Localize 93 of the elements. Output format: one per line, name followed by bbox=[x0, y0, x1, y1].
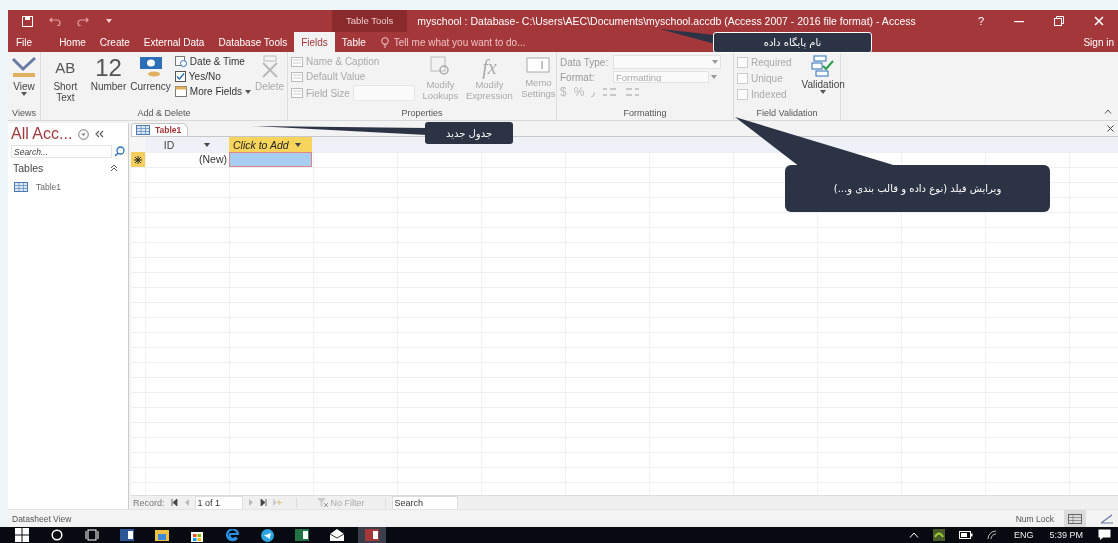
money-icon bbox=[137, 55, 164, 79]
form-icon bbox=[174, 86, 187, 97]
ribbon-tab[interactable]: File bbox=[8, 32, 53, 52]
currency-button[interactable]: Currency bbox=[130, 55, 171, 92]
checkbox-icon bbox=[174, 71, 186, 82]
num-lock-indicator: Num Lock bbox=[1015, 513, 1054, 524]
ribbon-tab[interactable]: External Data bbox=[136, 32, 212, 52]
notifications-icon[interactable] bbox=[1098, 529, 1111, 541]
table-search-icon bbox=[429, 55, 452, 77]
short-text-button[interactable]: AB Short Text bbox=[44, 55, 87, 103]
help-button[interactable]: ? bbox=[977, 15, 984, 27]
table-tools-label: Table Tools bbox=[332, 10, 408, 32]
yes-no-button[interactable]: Yes/No bbox=[174, 70, 252, 83]
format-label: Format: bbox=[560, 71, 596, 83]
record-selector[interactable] bbox=[131, 152, 145, 167]
wifi-icon[interactable] bbox=[986, 530, 999, 540]
caret-icon bbox=[711, 75, 717, 79]
text-box-icon bbox=[526, 55, 551, 75]
view-icon bbox=[11, 55, 37, 79]
callout: ویرایش فیلد (نوع داده و قالب بندی و...) bbox=[785, 165, 1050, 212]
collapse-pane-icon[interactable] bbox=[95, 130, 105, 138]
section-header[interactable]: Tables bbox=[13, 162, 44, 174]
column-header[interactable]: Click to Add bbox=[229, 137, 312, 152]
search-icon[interactable] bbox=[114, 146, 125, 157]
customize-caret-icon[interactable] bbox=[105, 18, 113, 24]
ribbon-tab[interactable]: Create bbox=[92, 32, 137, 52]
tray-expand-icon[interactable] bbox=[908, 532, 919, 538]
view-button[interactable]: View bbox=[11, 55, 37, 98]
date-time-button[interactable]: Date & Time bbox=[174, 55, 252, 68]
callout: جدول جدید bbox=[425, 122, 513, 144]
battery-icon[interactable] bbox=[958, 531, 973, 539]
caret-icon bbox=[245, 89, 252, 94]
collapse-section-icon[interactable] bbox=[110, 164, 118, 172]
field-icon bbox=[291, 88, 303, 98]
language-indicator[interactable]: ENG bbox=[1013, 530, 1034, 540]
design-icon bbox=[1100, 513, 1114, 524]
status-text: Datasheet View bbox=[12, 513, 72, 524]
more-fields-button[interactable]: More Fields bbox=[174, 85, 252, 98]
save-icon[interactable] bbox=[22, 15, 33, 27]
nav-search-field[interactable]: Search... bbox=[11, 145, 112, 158]
ribbon-tab[interactable]: Fields bbox=[294, 32, 335, 52]
ribbon-tab[interactable]: Database Tools bbox=[211, 32, 295, 52]
group-label: Add & Delete bbox=[136, 108, 192, 120]
last-record-icon[interactable] bbox=[259, 499, 267, 506]
selected-cell[interactable] bbox=[229, 152, 312, 167]
caret-icon bbox=[294, 142, 301, 147]
table-cell-text: (New) bbox=[198, 152, 228, 167]
record-search-field[interactable]: Search bbox=[391, 495, 458, 510]
undo-icon[interactable] bbox=[49, 16, 61, 26]
caret-icon bbox=[21, 92, 27, 96]
tray-app-icon[interactable] bbox=[932, 529, 945, 541]
table-icon bbox=[136, 125, 150, 135]
sign-in-link[interactable]: Sign in bbox=[1083, 32, 1118, 52]
window-title: myschool : Database- C:\Users\AEC\Documents\myschool.accdb (Access 2007 - 2016 file format) - Access bbox=[416, 15, 916, 27]
record-position-field[interactable]: 1 of 1 bbox=[194, 495, 243, 510]
nav-table-item[interactable]: Table1 bbox=[8, 176, 68, 198]
table-icon bbox=[14, 182, 28, 192]
table-icon bbox=[1068, 513, 1082, 524]
document-tab[interactable]: Table1 bbox=[131, 123, 189, 136]
filter-icon bbox=[316, 497, 329, 508]
data-type-label: Data Type: bbox=[560, 56, 610, 68]
field-icon bbox=[291, 71, 303, 82]
restore-icon[interactable] bbox=[1054, 16, 1064, 26]
caret-icon bbox=[204, 142, 211, 147]
validation-icon bbox=[811, 55, 836, 77]
group-label: Views bbox=[11, 108, 37, 120]
record-label: Record: bbox=[133, 497, 165, 508]
validation-button[interactable]: Validation bbox=[801, 55, 845, 96]
group-label: Field Validation bbox=[755, 108, 819, 120]
close-icon[interactable] bbox=[1107, 125, 1114, 132]
select-all-cell[interactable] bbox=[131, 137, 145, 152]
caret-icon bbox=[820, 90, 827, 94]
number-button[interactable]: 12 Number bbox=[90, 55, 127, 92]
first-record-icon[interactable] bbox=[170, 499, 178, 506]
ribbon-tab[interactable]: Home bbox=[52, 32, 93, 52]
new-record-icon bbox=[134, 155, 142, 164]
redo-icon[interactable] bbox=[77, 16, 89, 26]
collapse-ribbon-icon[interactable] bbox=[1104, 109, 1112, 114]
datasheet-view-button[interactable] bbox=[1064, 510, 1086, 527]
nav-pane-title[interactable]: All Acc... bbox=[11, 125, 73, 143]
field-icon bbox=[291, 56, 303, 67]
delete-icon bbox=[259, 55, 280, 79]
callout-pointer bbox=[660, 29, 715, 44]
group-label: Properties bbox=[400, 108, 444, 120]
dropdown-icon[interactable] bbox=[78, 128, 90, 140]
ribbon-tab[interactable]: Table bbox=[334, 32, 373, 52]
group-label: Formatting bbox=[622, 108, 668, 120]
column-header[interactable]: ID bbox=[145, 137, 229, 152]
tell-me-field[interactable]: Tell me what you want to do... bbox=[391, 35, 566, 49]
clock[interactable]: 5:39 PM bbox=[1049, 530, 1083, 540]
calendar-clock-icon bbox=[174, 56, 187, 67]
caret-icon bbox=[712, 60, 718, 64]
lightbulb-icon bbox=[380, 36, 389, 48]
